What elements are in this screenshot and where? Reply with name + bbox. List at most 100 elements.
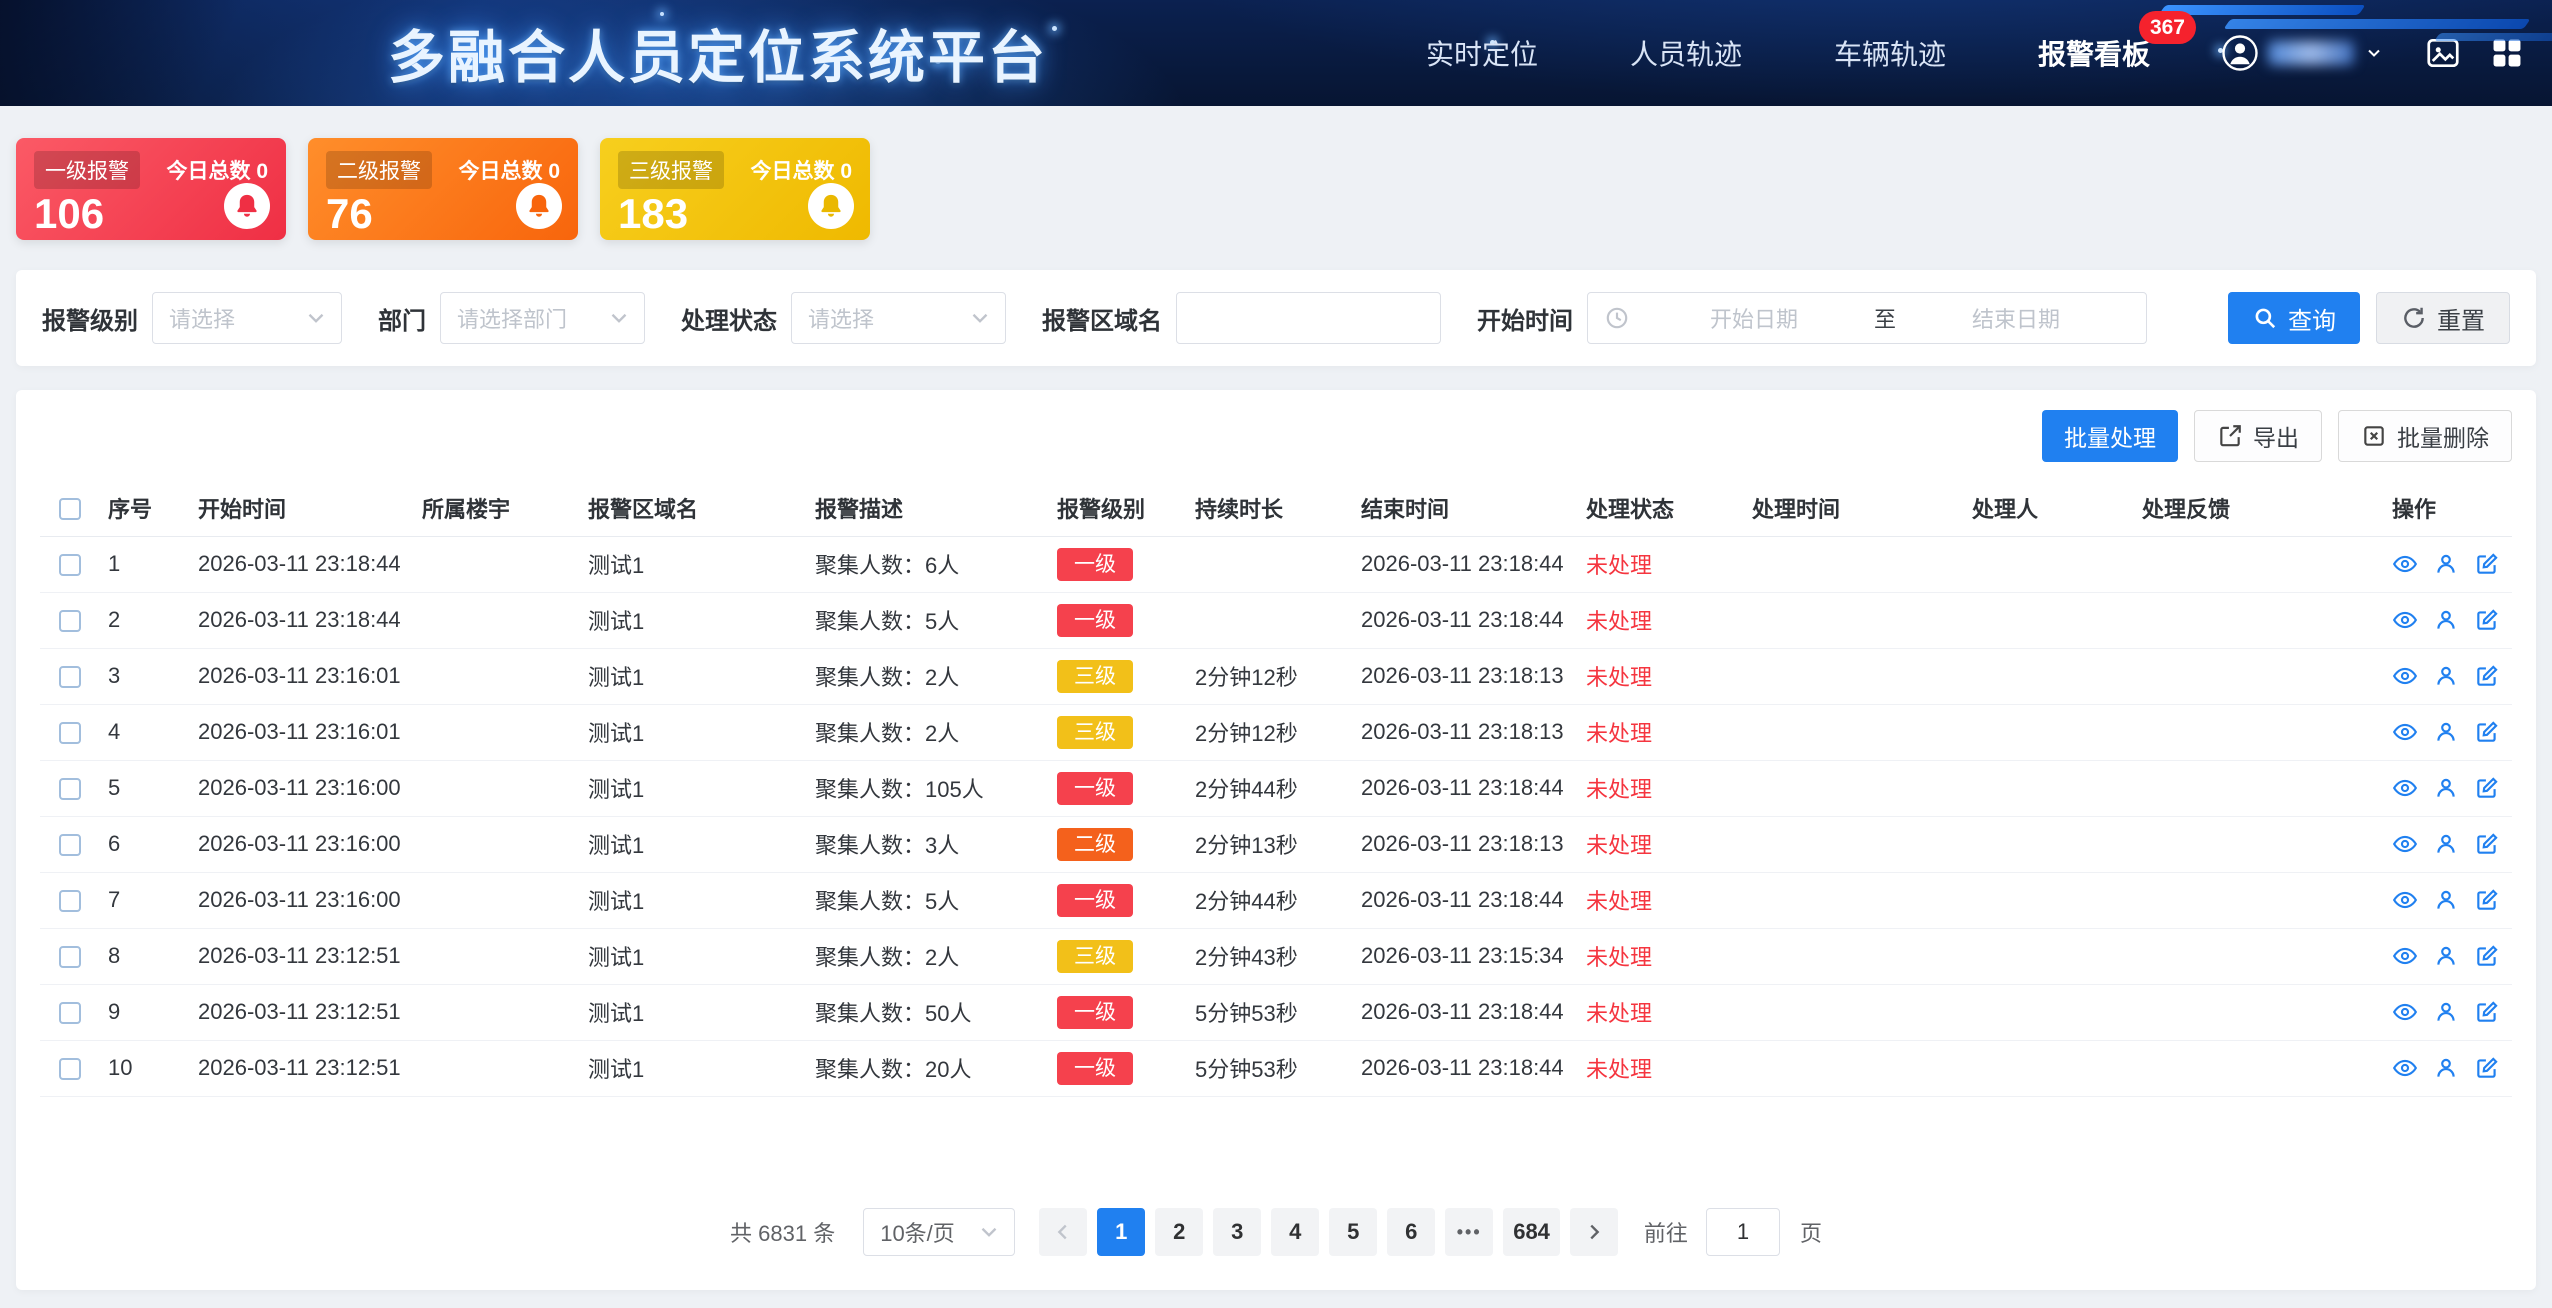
view-icon[interactable]: [2392, 943, 2418, 969]
cell-description: 聚集人数：2人: [807, 928, 1049, 984]
date-range-picker[interactable]: 开始日期 至 结束日期: [1587, 292, 2147, 344]
view-icon[interactable]: [2392, 1055, 2418, 1081]
header-decoration: [2434, 33, 2552, 41]
edit-icon[interactable]: [2474, 551, 2500, 577]
row-checkbox[interactable]: [59, 666, 81, 688]
row-checkbox[interactable]: [59, 610, 81, 632]
batch-process-button[interactable]: 批量处理: [2042, 410, 2178, 462]
page-size-value: 10条/页: [880, 1216, 955, 1248]
page-button[interactable]: 4: [1271, 1208, 1319, 1256]
cell-index: 8: [100, 928, 190, 984]
table-row: 12026-03-11 23:18:44测试1聚集人数：6人一级2026-03-…: [40, 536, 2512, 592]
cell-start-time: 2026-03-11 23:16:00: [190, 816, 414, 872]
cell-description: 聚集人数：5人: [807, 872, 1049, 928]
edit-icon[interactable]: [2474, 663, 2500, 689]
row-checkbox[interactable]: [59, 1002, 81, 1024]
locate-person-icon[interactable]: [2433, 1055, 2459, 1081]
row-checkbox[interactable]: [59, 554, 81, 576]
page-button[interactable]: 6: [1387, 1208, 1435, 1256]
nav-label: 实时定位: [1426, 39, 1538, 70]
locate-person-icon[interactable]: [2433, 999, 2459, 1025]
row-checkbox[interactable]: [59, 834, 81, 856]
last-page-button[interactable]: 684: [1503, 1208, 1560, 1256]
edit-icon[interactable]: [2474, 887, 2500, 913]
table-column-header: 持续时长: [1187, 480, 1353, 536]
page-button[interactable]: 1: [1097, 1208, 1145, 1256]
pager-pages: 123456: [1097, 1208, 1435, 1256]
locate-person-icon[interactable]: [2433, 607, 2459, 633]
page-button[interactable]: 3: [1213, 1208, 1261, 1256]
alarm-bell-icon: [224, 183, 270, 229]
goto-page-input[interactable]: [1706, 1208, 1780, 1256]
locate-person-icon[interactable]: [2433, 943, 2459, 969]
area-name-input[interactable]: [1176, 292, 1441, 344]
cell-processor: [1964, 984, 2134, 1040]
locate-person-icon[interactable]: [2433, 831, 2459, 857]
row-checkbox[interactable]: [59, 946, 81, 968]
next-page-button[interactable]: [1570, 1208, 1618, 1256]
cell-duration: 2分钟13秒: [1187, 816, 1353, 872]
user-menu[interactable]: [2222, 35, 2384, 71]
locate-person-icon[interactable]: [2433, 663, 2459, 689]
cell-index: 6: [100, 816, 190, 872]
filter-label-area-name: 报警区域名: [1042, 301, 1162, 336]
view-icon[interactable]: [2392, 551, 2418, 577]
alarm-level-badge: 二级: [1057, 828, 1133, 861]
cell-duration: 5分钟53秒: [1187, 984, 1353, 1040]
row-checkbox[interactable]: [59, 1058, 81, 1080]
row-checkbox[interactable]: [59, 890, 81, 912]
row-checkbox[interactable]: [59, 778, 81, 800]
card-today-count: 今日总数 0: [750, 155, 852, 185]
nav-item-alarm-board[interactable]: 报警看板 367: [2038, 33, 2150, 73]
row-checkbox[interactable]: [59, 722, 81, 744]
view-icon[interactable]: [2392, 831, 2418, 857]
cell-end-time: 2026-03-11 23:18:44: [1353, 1040, 1578, 1096]
edit-icon[interactable]: [2474, 831, 2500, 857]
edit-icon[interactable]: [2474, 1055, 2500, 1081]
locate-person-icon[interactable]: [2433, 551, 2459, 577]
edit-icon[interactable]: [2474, 943, 2500, 969]
cell-end-time: 2026-03-11 23:18:13: [1353, 704, 1578, 760]
view-icon[interactable]: [2392, 887, 2418, 913]
alarm-level-select[interactable]: 请选择: [152, 292, 342, 344]
view-icon[interactable]: [2392, 607, 2418, 633]
date-separator: 至: [1868, 302, 1902, 334]
edit-icon[interactable]: [2474, 719, 2500, 745]
start-date-placeholder: 开始日期: [1640, 302, 1868, 334]
page-size-select[interactable]: 10条/页: [863, 1208, 1015, 1256]
batch-delete-button[interactable]: 批量删除: [2338, 410, 2512, 462]
prev-page-button[interactable]: [1039, 1208, 1087, 1256]
search-button[interactable]: 查询: [2228, 292, 2360, 344]
export-button[interactable]: 导出: [2194, 410, 2322, 462]
select-all-checkbox[interactable]: [59, 498, 81, 520]
cell-process-time: [1744, 592, 1964, 648]
nav-item-vehicle-track[interactable]: 车辆轨迹: [1834, 33, 1946, 73]
table-row: 22026-03-11 23:18:44测试1聚集人数：5人一级2026-03-…: [40, 592, 2512, 648]
chevron-down-icon: [967, 305, 993, 331]
reset-button[interactable]: 重置: [2376, 292, 2510, 344]
page-button[interactable]: 5: [1329, 1208, 1377, 1256]
cell-status: 未处理: [1586, 889, 1652, 914]
nav-label: 车辆轨迹: [1834, 39, 1946, 70]
cell-start-time: 2026-03-11 23:12:51: [190, 984, 414, 1040]
view-icon[interactable]: [2392, 775, 2418, 801]
locate-person-icon[interactable]: [2433, 887, 2459, 913]
cell-end-time: 2026-03-11 23:18:13: [1353, 816, 1578, 872]
cell-description: 聚集人数：5人: [807, 592, 1049, 648]
view-icon[interactable]: [2392, 663, 2418, 689]
edit-icon[interactable]: [2474, 775, 2500, 801]
cell-start-time: 2026-03-11 23:18:44: [190, 536, 414, 592]
locate-person-icon[interactable]: [2433, 719, 2459, 745]
nav-item-realtime-location[interactable]: 实时定位: [1426, 33, 1538, 73]
department-select[interactable]: 请选择部门: [440, 292, 645, 344]
table-column-header: 报警级别: [1049, 480, 1187, 536]
edit-icon[interactable]: [2474, 607, 2500, 633]
process-status-select[interactable]: 请选择: [791, 292, 1006, 344]
locate-person-icon[interactable]: [2433, 775, 2459, 801]
view-icon[interactable]: [2392, 999, 2418, 1025]
edit-icon[interactable]: [2474, 999, 2500, 1025]
pager-ellipsis[interactable]: •••: [1445, 1208, 1493, 1256]
page-button[interactable]: 2: [1155, 1208, 1203, 1256]
nav-item-person-track[interactable]: 人员轨迹: [1630, 33, 1742, 73]
view-icon[interactable]: [2392, 719, 2418, 745]
